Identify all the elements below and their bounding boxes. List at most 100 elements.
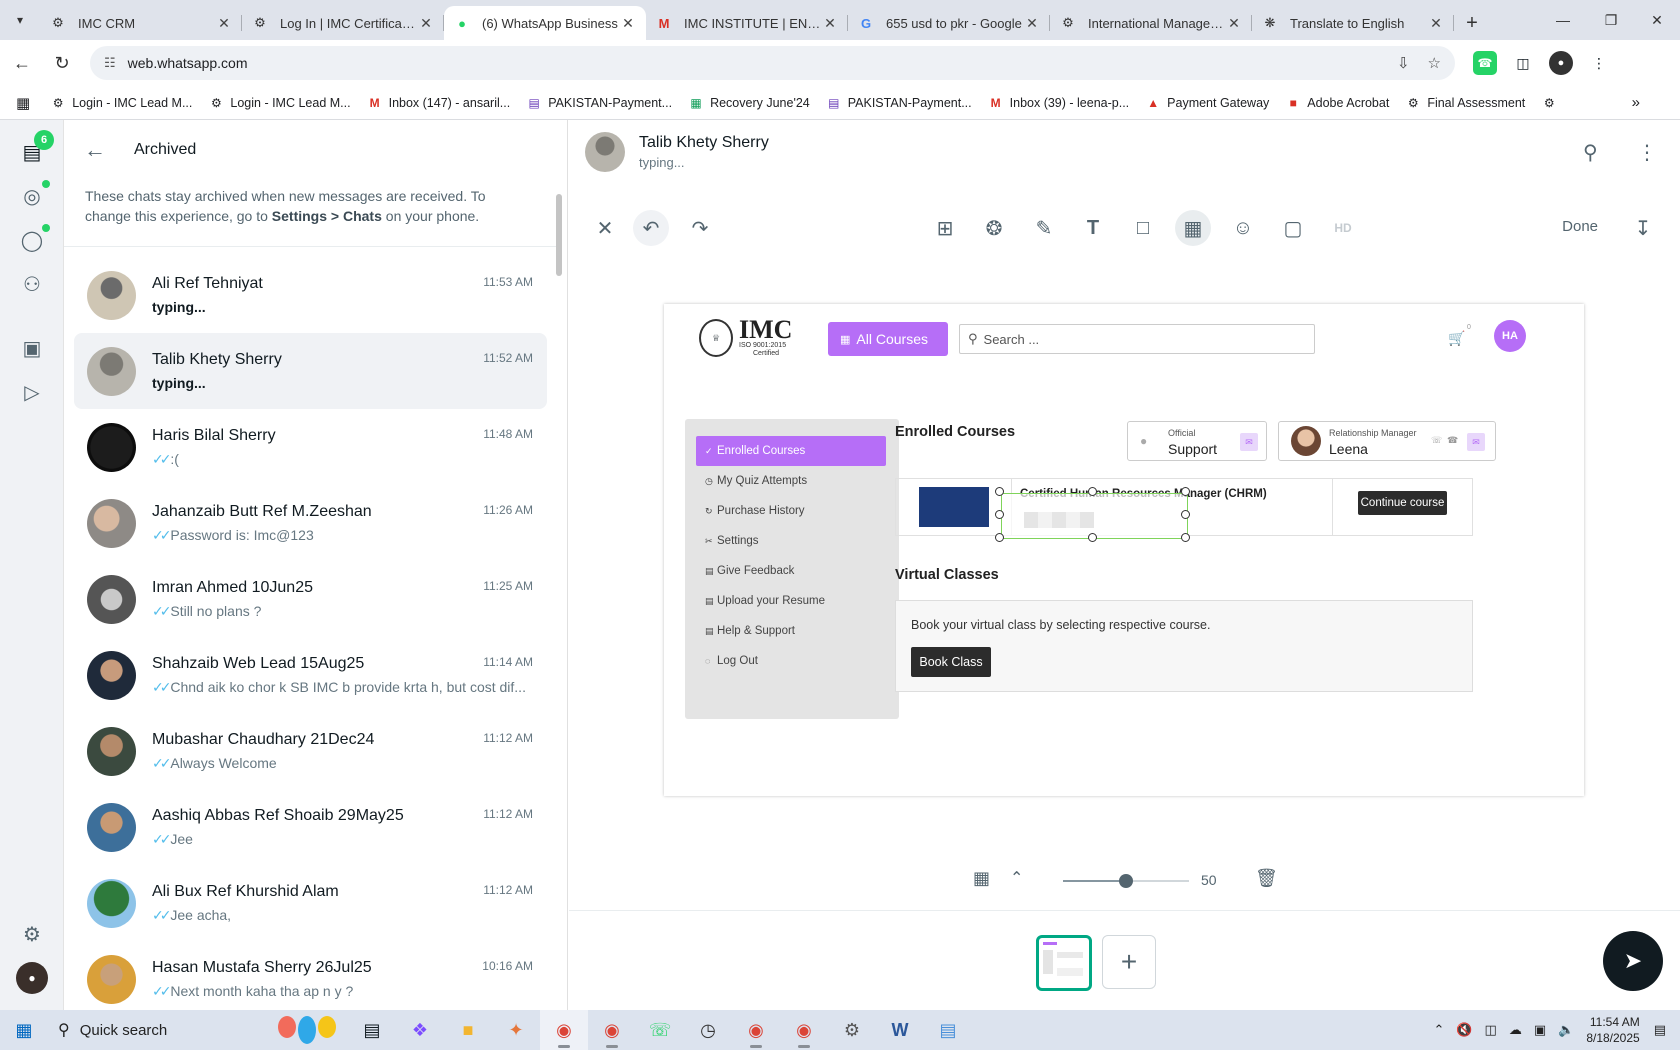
bookmark-item[interactable]: M Inbox (39) - leena-p... <box>988 95 1130 111</box>
chat-item[interactable]: Ali Bux Ref Khurshid Alam ✓✓ Jee acha, 11:… <box>74 865 547 941</box>
install-app-icon[interactable]: ⇩ <box>1397 54 1410 72</box>
close-tab-icon[interactable]: ✕ <box>1226 15 1242 32</box>
tab-google-search[interactable]: G 655 usd to pkr - Google ✕ <box>848 6 1050 40</box>
blur-slider-thumb[interactable] <box>1119 874 1133 888</box>
communities-icon[interactable]: ⚇ <box>16 268 48 300</box>
chat-item[interactable]: Jahanzaib Butt Ref M.Zeeshan ✓✓ Password … <box>74 485 547 561</box>
chrome-icon[interactable]: ◉ <box>780 1010 828 1050</box>
chat-item[interactable]: Ali Ref Tehniyat typing... 11:53 AM <box>74 257 547 333</box>
chrome-icon[interactable]: ◉ <box>588 1010 636 1050</box>
add-media-plus-icon[interactable]: + <box>1102 935 1156 989</box>
bookmark-star-icon[interactable]: ☆ <box>1428 54 1441 72</box>
close-window-icon[interactable]: ✕ <box>1634 0 1680 40</box>
chat-item[interactable]: Talib Khety Sherry typing... 11:52 AM <box>74 333 547 409</box>
blur-mosaic-icon[interactable]: ▦ <box>973 868 990 889</box>
clock[interactable]: 11:54 AM 8/18/2025 <box>1586 1014 1639 1046</box>
notepad-icon[interactable]: ▤ <box>924 1010 972 1050</box>
file-explorer-icon[interactable]: ■ <box>444 1010 492 1050</box>
address-bar[interactable]: ☷ web.whatsapp.com ⇩ ☆ <box>90 46 1455 80</box>
volume-mute-icon[interactable]: 🔇 <box>1456 1022 1472 1038</box>
apps-grid-icon[interactable]: ▦ <box>16 94 30 112</box>
chevron-up-icon[interactable]: ⌃ <box>1010 868 1023 888</box>
tab-international-management[interactable]: ⚙ International Manageme ✕ <box>1050 6 1252 40</box>
undo-icon[interactable]: ↶ <box>633 210 669 246</box>
taskbar-search[interactable]: ⚲ Quick search <box>48 1010 278 1050</box>
ads-megaphone-icon[interactable]: ▷ <box>16 376 48 408</box>
close-tab-icon[interactable]: ✕ <box>418 15 434 32</box>
scrollbar-thumb[interactable] <box>556 194 562 276</box>
app-icon[interactable]: ◷ <box>684 1010 732 1050</box>
chrome-icon[interactable]: ◉ <box>540 1010 588 1050</box>
browser-menu-icon[interactable]: ⋮ <box>1587 51 1611 75</box>
minimize-icon[interactable]: — <box>1540 0 1586 40</box>
resize-handle[interactable] <box>995 533 1004 542</box>
resize-handle[interactable] <box>1088 487 1097 496</box>
device-icon[interactable]: ◫ <box>1485 1022 1497 1038</box>
network-icon[interactable]: ☁ <box>1509 1022 1522 1038</box>
chat-item[interactable]: Haris Bilal Sherry ✓✓ :(11:48 AM <box>74 409 547 485</box>
tab-imc-login[interactable]: ⚙ Log In | IMC Certification ✕ <box>242 6 444 40</box>
bookmark-item[interactable]: ⚙ <box>1541 95 1563 111</box>
bookmark-item[interactable]: ⚙ Login - IMC Lead M... <box>208 95 351 111</box>
resize-handle[interactable] <box>995 510 1004 519</box>
filters-icon[interactable]: ❂ <box>976 210 1012 246</box>
tab-imc-crm[interactable]: ⚙ IMC CRM ✕ <box>40 6 242 40</box>
close-tab-icon[interactable]: ✕ <box>216 15 232 32</box>
more-options-icon[interactable]: ⋮ <box>1637 140 1657 165</box>
sticker-icon[interactable]: ▢ <box>1275 210 1311 246</box>
site-info-icon[interactable]: ☷ <box>104 55 116 71</box>
resize-handle[interactable] <box>1181 487 1190 496</box>
bookmark-item[interactable]: ▤ PAKISTAN-Payment... <box>526 95 673 111</box>
bookmark-item[interactable]: ▲ Payment Gateway <box>1145 95 1269 111</box>
contact-avatar[interactable] <box>585 132 625 172</box>
tab-translate[interactable]: ❋ Translate to English ✕ <box>1252 6 1454 40</box>
blur-region[interactable] <box>1001 493 1188 539</box>
resize-handle[interactable] <box>1181 533 1190 542</box>
new-tab-plus-icon[interactable]: + <box>1454 6 1490 40</box>
balloons-widget-icon[interactable] <box>278 1016 348 1044</box>
delete-trash-icon[interactable]: 🗑 <box>1255 868 1278 889</box>
chrome-icon[interactable]: ◉ <box>732 1010 780 1050</box>
close-tab-icon[interactable]: ✕ <box>620 15 636 32</box>
pencil-draw-icon[interactable]: ✎ <box>1026 210 1062 246</box>
media-thumbnail[interactable] <box>1036 935 1092 991</box>
bookmark-item[interactable]: ▦ Recovery June'24 <box>688 95 809 111</box>
bookmark-item[interactable]: M Inbox (147) - ansaril... <box>367 95 511 111</box>
chat-item[interactable]: Shahzaib Web Lead 15Aug25 ✓✓ Chnd aik ko … <box>74 637 547 713</box>
chat-item[interactable]: Mubashar Chaudhary 21Dec24 ✓✓ Always Welc… <box>74 713 547 789</box>
profile-avatar[interactable]: ● <box>16 962 48 994</box>
contact-name[interactable]: Talib Khety Sherry <box>639 134 769 152</box>
chat-item[interactable]: Hasan Mustafa Sherry 26Jul25 ✓✓ Next mont… <box>74 941 547 1010</box>
windows-start-icon[interactable]: ▦ <box>0 1010 48 1050</box>
download-icon[interactable]: ↧ <box>1625 210 1661 246</box>
settings-gear-icon[interactable]: ⚙ <box>16 918 48 950</box>
hd-quality-icon[interactable]: HD <box>1325 210 1361 246</box>
reload-icon[interactable]: ↻ <box>44 45 80 81</box>
bookmark-item[interactable]: ■ Adobe Acrobat <box>1285 95 1390 111</box>
close-tab-icon[interactable]: ✕ <box>1024 15 1040 32</box>
whatsapp-extension-icon[interactable]: ☎ <box>1473 51 1497 75</box>
chat-item[interactable]: Aashiq Abbas Ref Shoaib 29May25 ✓✓ Jee 11:… <box>74 789 547 865</box>
image-preview[interactable]: ♕ IMC ISO 9001:2015 Certified ▦ All Cours… <box>664 304 1584 796</box>
restore-icon[interactable]: ❐ <box>1588 0 1634 40</box>
notifications-icon[interactable]: ▤ <box>1654 1022 1666 1038</box>
rectangle-shape-icon[interactable]: □ <box>1125 210 1161 246</box>
blur-slider[interactable] <box>1063 874 1189 888</box>
back-arrow-icon[interactable]: ← <box>84 137 114 163</box>
copilot-icon[interactable]: ❖ <box>396 1010 444 1050</box>
profile-avatar-icon[interactable]: ● <box>1549 51 1573 75</box>
whatsapp-icon[interactable]: ☏ <box>636 1010 684 1050</box>
volume-icon[interactable]: 🔈 <box>1558 1022 1574 1038</box>
chat-item[interactable]: Imran Ahmed 10Jun25 ✓✓ Still no plans ? 11… <box>74 561 547 637</box>
chevron-up-icon[interactable]: ⌃ <box>1433 1022 1444 1038</box>
bookmark-item[interactable]: ▤ PAKISTAN-Payment... <box>826 95 972 111</box>
extensions-puzzle-icon[interactable]: ◫ <box>1511 51 1535 75</box>
app-icon[interactable]: ✦ <box>492 1010 540 1050</box>
tab-imc-enroll[interactable]: M IMC INSTITUTE | ENROLL ✕ <box>646 6 848 40</box>
text-tool-icon[interactable]: T <box>1075 210 1111 246</box>
task-view-icon[interactable]: ▤ <box>348 1010 396 1050</box>
catalog-icon[interactable]: ▣ <box>16 332 48 364</box>
blur-mosaic-icon[interactable]: ▦ <box>1175 210 1211 246</box>
bookmark-item[interactable]: ⚙ Final Assessment <box>1405 95 1525 111</box>
tab-search-chevron-icon[interactable]: ▾ <box>0 0 40 40</box>
